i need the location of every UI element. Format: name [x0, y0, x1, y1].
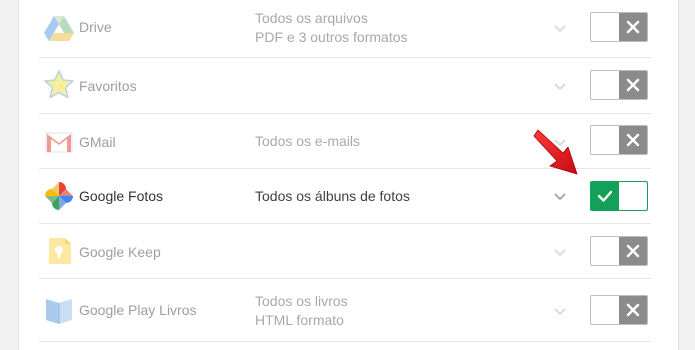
close-icon: [619, 126, 647, 154]
close-icon: [619, 296, 647, 324]
service-row-drive: Drive Todos os arquivos PDF e 3 outros f…: [39, 0, 651, 58]
service-name: Drive: [79, 19, 112, 35]
google-play-books-icon: [46, 299, 72, 324]
toggle-google-play-livros[interactable]: [590, 295, 648, 325]
close-icon: [619, 237, 647, 265]
service-row-google-play-livros: Google Play Livros Todos os livros HTML …: [39, 279, 651, 342]
chevron-down-icon[interactable]: [553, 82, 567, 92]
red-arrow-annotation: [533, 129, 578, 175]
service-name: Google Play Livros: [79, 302, 197, 318]
google-photos-icon: [45, 182, 73, 210]
close-icon: [619, 71, 647, 99]
toggle-favoritos[interactable]: [590, 70, 648, 100]
service-name: Google Fotos: [79, 188, 164, 204]
service-row-google-keep: Google Keep: [39, 224, 651, 279]
drive-icon: [44, 16, 74, 41]
service-description-2: PDF e 3 outros formatos: [255, 29, 408, 45]
checkmark-icon: [591, 182, 619, 210]
toggle-google-keep[interactable]: [590, 236, 648, 266]
service-description: Todos os arquivos: [255, 10, 368, 26]
google-keep-icon: [49, 238, 71, 264]
chevron-down-icon[interactable]: [553, 192, 567, 202]
star-icon: [44, 70, 74, 99]
service-name: Google Keep: [79, 244, 161, 260]
service-name: Favoritos: [79, 78, 137, 94]
service-row-favoritos: Favoritos: [39, 58, 651, 114]
service-description: Todos os livros: [255, 293, 348, 309]
toggle-google-fotos[interactable]: [590, 181, 648, 211]
chevron-down-icon[interactable]: [553, 307, 567, 317]
service-description: Todos os e-mails: [255, 133, 361, 149]
toggle-gmail[interactable]: [590, 125, 648, 155]
service-description-2: HTML formato: [255, 312, 344, 328]
service-description: Todos os álbuns de fotos: [255, 188, 410, 204]
close-icon: [619, 13, 647, 41]
service-name: GMail: [79, 134, 116, 150]
gmail-icon: [45, 132, 73, 153]
chevron-down-icon[interactable]: [553, 248, 567, 258]
chevron-down-icon[interactable]: [553, 24, 567, 34]
toggle-drive[interactable]: [590, 12, 648, 42]
